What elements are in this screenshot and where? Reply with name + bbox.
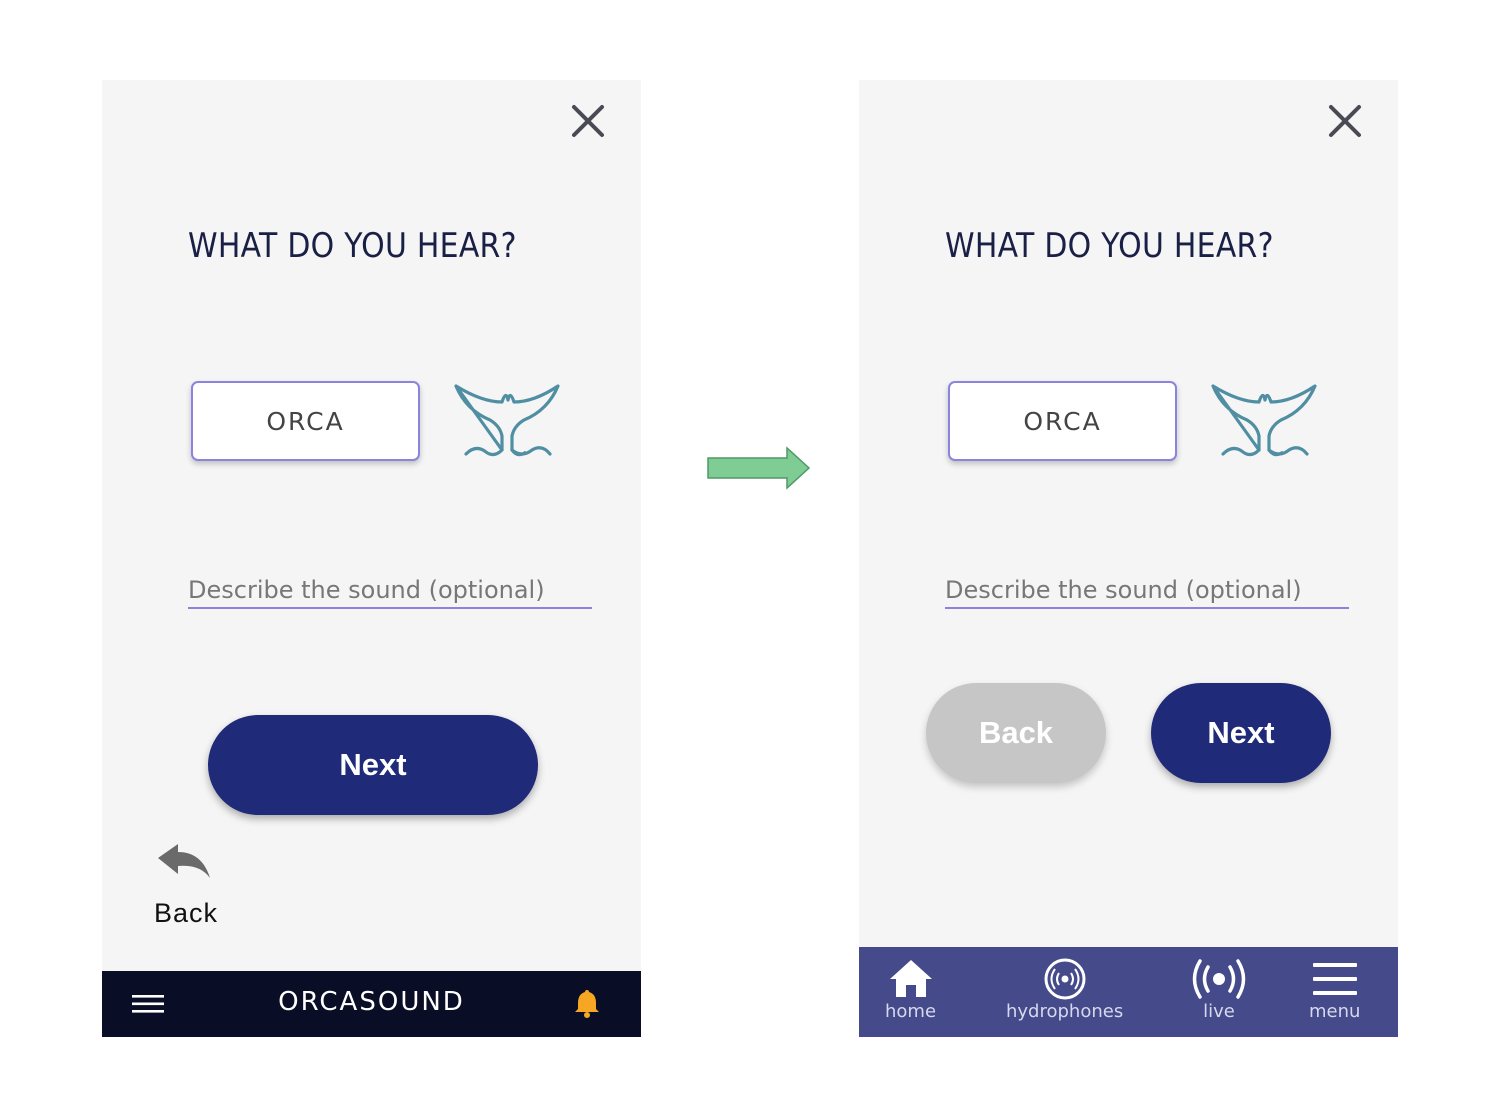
bottom-nav-bar: home hydrophones live menu: [859, 947, 1398, 1037]
nav-menu[interactable]: menu: [1309, 957, 1360, 1022]
hydrophone-icon: [1044, 958, 1086, 1000]
close-button[interactable]: [1326, 102, 1364, 140]
close-button[interactable]: [569, 102, 607, 140]
nav-home-label: home: [885, 1001, 937, 1022]
option-orca-button[interactable]: ORCA: [948, 381, 1177, 461]
transition-arrow-icon: [707, 446, 811, 490]
question-heading: WHAT DO YOU HEAR?: [188, 226, 517, 266]
nav-live[interactable]: live: [1189, 957, 1249, 1022]
back-arrow-icon: [158, 844, 210, 878]
live-icon: [1192, 959, 1246, 999]
describe-sound-input[interactable]: [188, 572, 592, 609]
nav-menu-label: menu: [1309, 1001, 1361, 1022]
home-icon: [889, 960, 932, 997]
close-icon: [1329, 105, 1361, 137]
option-orca-button[interactable]: ORCA: [191, 381, 420, 461]
nav-home[interactable]: home: [885, 957, 936, 1022]
whale-tail-icon: [1211, 384, 1317, 457]
screen-before: WHAT DO YOU HEAR? ORCA Next Back ORCASOU…: [102, 80, 641, 1037]
question-heading: WHAT DO YOU HEAR?: [945, 226, 1274, 266]
bell-icon[interactable]: [574, 988, 600, 1018]
next-button[interactable]: Next: [1151, 683, 1331, 783]
app-bottom-bar: ORCASOUND: [102, 971, 641, 1037]
next-button[interactable]: Next: [208, 715, 538, 815]
back-button[interactable]: Back: [926, 683, 1106, 783]
nav-live-label: live: [1203, 1001, 1235, 1022]
back-link-label: Back: [154, 898, 219, 928]
nav-hydrophones[interactable]: hydrophones: [1006, 957, 1123, 1022]
screen-after: WHAT DO YOU HEAR? ORCA Back Next home hy…: [859, 80, 1398, 1037]
whale-tail-icon: [454, 384, 560, 457]
brand-title: ORCASOUND: [278, 987, 465, 1017]
nav-hydrophones-label: hydrophones: [1006, 1001, 1124, 1022]
menu-icon: [1312, 963, 1357, 995]
describe-sound-input[interactable]: [945, 572, 1349, 609]
close-icon: [572, 105, 604, 137]
back-link[interactable]: Back: [154, 842, 226, 937]
